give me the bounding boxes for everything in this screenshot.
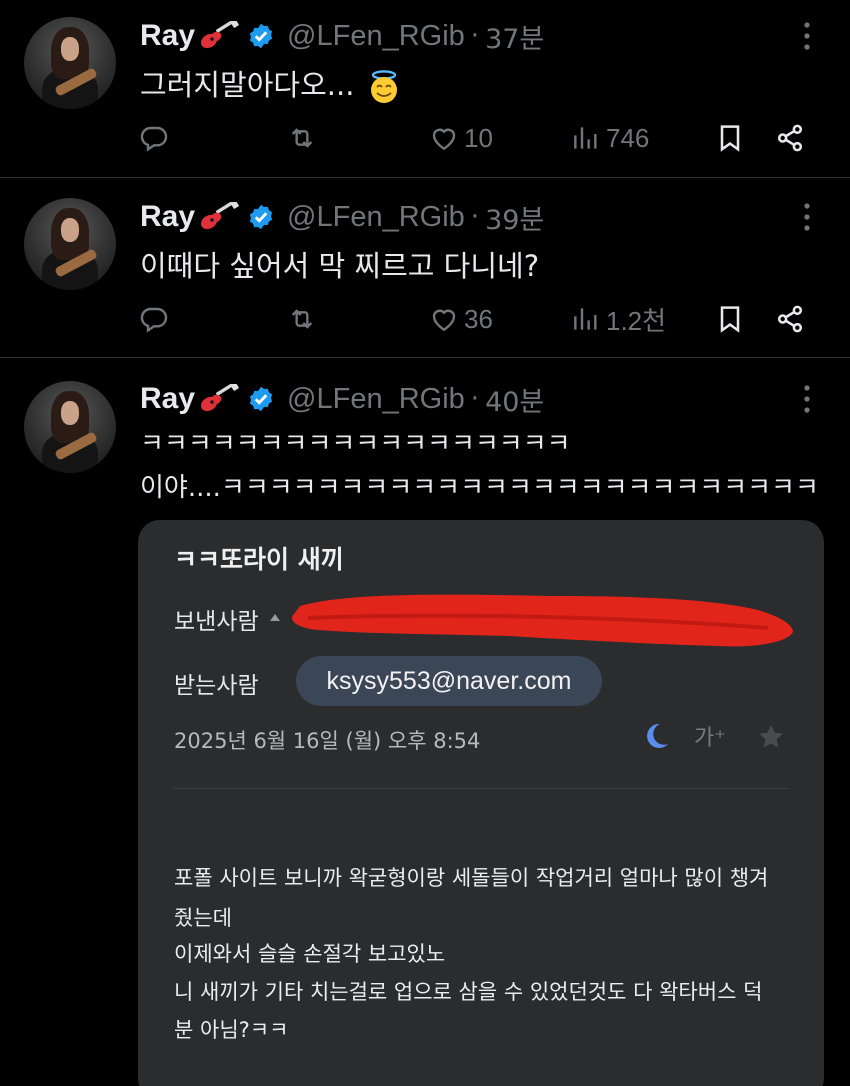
email-date: 2025년 6월 16일 (월) 오후 8:54 [174, 729, 481, 753]
views-count: 746 [606, 122, 650, 153]
sender-redaction [292, 594, 793, 647]
attached-image-email[interactable]: ㅋㅋ또라이 새끼 보낸사람 받는사람 ksysy553@naver.com 20… [138, 520, 824, 1086]
verified-badge-icon[interactable] [247, 385, 275, 413]
share-icon [774, 122, 806, 154]
separator: · [470, 384, 480, 414]
user-handle[interactable]: @LFen_RGib [287, 20, 465, 53]
more-icon[interactable] [797, 18, 817, 54]
share-button[interactable] [774, 118, 806, 158]
divider [174, 788, 788, 789]
share-button[interactable] [774, 299, 806, 339]
like-button[interactable]: 10 [428, 118, 493, 158]
reply-button[interactable] [138, 118, 170, 158]
like-count: 36 [464, 303, 493, 334]
reply-icon [138, 303, 170, 335]
views-count: 1.2천 [606, 305, 667, 336]
user-handle[interactable]: @LFen_RGib [287, 383, 465, 416]
text-size-button[interactable]: 가⁺ [694, 720, 726, 752]
separator: · [470, 21, 480, 51]
tweet-text-line: 이야....ㅋㅋㅋㅋㅋㅋㅋㅋㅋㅋㅋㅋㅋㅋㅋㅋㅋㅋㅋㅋㅋㅋㅋㅋㅋ [140, 473, 819, 503]
views-button[interactable]: 746 [570, 118, 649, 158]
guitar-emoji [199, 384, 239, 414]
share-icon [774, 303, 806, 335]
tweet-header: Ray @LFen_RGib · 39분 [140, 197, 544, 237]
tweet[interactable]: Ray @LFen_RGib · 39분 이때다 싶어서 막 찌르고 다니네? … [0, 179, 850, 358]
retweet-icon [286, 122, 318, 154]
avatar[interactable] [24, 198, 116, 290]
views-icon [570, 303, 602, 335]
email-body-line: 이제와서 슬슬 손절각 보고있노 [174, 942, 446, 966]
email-subject: ㅋㅋ또라이 새끼 [174, 545, 344, 574]
tweet-header: Ray @LFen_RGib · 40분 [140, 379, 544, 419]
like-icon [428, 122, 460, 154]
reply-button[interactable] [138, 299, 170, 339]
views-button[interactable]: 1.2천 [570, 299, 666, 339]
guitar-emoji [199, 202, 239, 232]
tweet-actions: 36 1.2천 [0, 299, 850, 339]
display-name[interactable]: Ray [140, 19, 195, 53]
guitar-emoji [199, 21, 239, 51]
reply-icon [138, 122, 170, 154]
caret-up-icon[interactable] [270, 614, 280, 621]
tweet-text: 이때다 싶어서 막 찌르고 다니네? [140, 249, 540, 283]
timestamp[interactable]: 40분 [485, 380, 544, 419]
halo-emoji [370, 70, 397, 103]
to-label: 받는사람 [174, 673, 259, 699]
like-icon [428, 303, 460, 335]
avatar[interactable] [24, 381, 116, 473]
tweet-actions: 10 746 [0, 118, 850, 158]
tweet-text: 그러지말아다오... [140, 62, 402, 105]
retweet-button[interactable] [286, 118, 318, 158]
bookmark-icon [714, 303, 746, 335]
display-name[interactable]: Ray [140, 200, 195, 234]
tweet-header: Ray @LFen_RGib · 37분 [140, 16, 544, 56]
email-body-line: 니 새끼가 기타 치는걸로 업으로 삼을 수 있었던것도 다 왁타버스 덕 [174, 980, 763, 1004]
more-icon[interactable] [797, 199, 817, 235]
star-icon[interactable] [756, 722, 786, 752]
separator: · [470, 202, 480, 232]
verified-badge-icon[interactable] [247, 22, 275, 50]
more-icon[interactable] [797, 381, 817, 417]
views-icon [570, 122, 602, 154]
recipient-chip[interactable]: ksysy553@naver.com [296, 656, 602, 706]
bookmark-icon [714, 122, 746, 154]
bookmark-button[interactable] [714, 118, 746, 158]
moon-icon[interactable] [640, 720, 672, 752]
tweet-text-line: 그러지말아다오... [140, 68, 355, 102]
email-body-line: 줬는데 [174, 906, 232, 930]
retweet-icon [286, 303, 318, 335]
tweet[interactable]: Ray @LFen_RGib · 37분 그러지말아다오... 10 746 [0, 0, 850, 178]
email-body-line: 포폴 사이트 보니까 왁굳형이랑 세돌들이 작업거리 얼마나 많이 챙겨 [174, 866, 769, 890]
from-label: 보낸사람 [174, 609, 259, 635]
user-handle[interactable]: @LFen_RGib [287, 201, 465, 234]
verified-badge-icon[interactable] [247, 203, 275, 231]
like-count: 10 [464, 122, 493, 153]
avatar[interactable] [24, 17, 116, 109]
display-name[interactable]: Ray [140, 382, 195, 416]
email-body-line: 분 아님?ㅋㅋ [174, 1018, 289, 1042]
tweet-text-line: ㅋㅋㅋㅋㅋㅋㅋㅋㅋㅋㅋㅋㅋㅋㅋㅋㅋㅋ [140, 429, 571, 459]
retweet-button[interactable] [286, 299, 318, 339]
timestamp[interactable]: 39분 [485, 198, 544, 237]
bookmark-button[interactable] [714, 299, 746, 339]
like-button[interactable]: 36 [428, 299, 493, 339]
timestamp[interactable]: 37분 [485, 17, 544, 56]
